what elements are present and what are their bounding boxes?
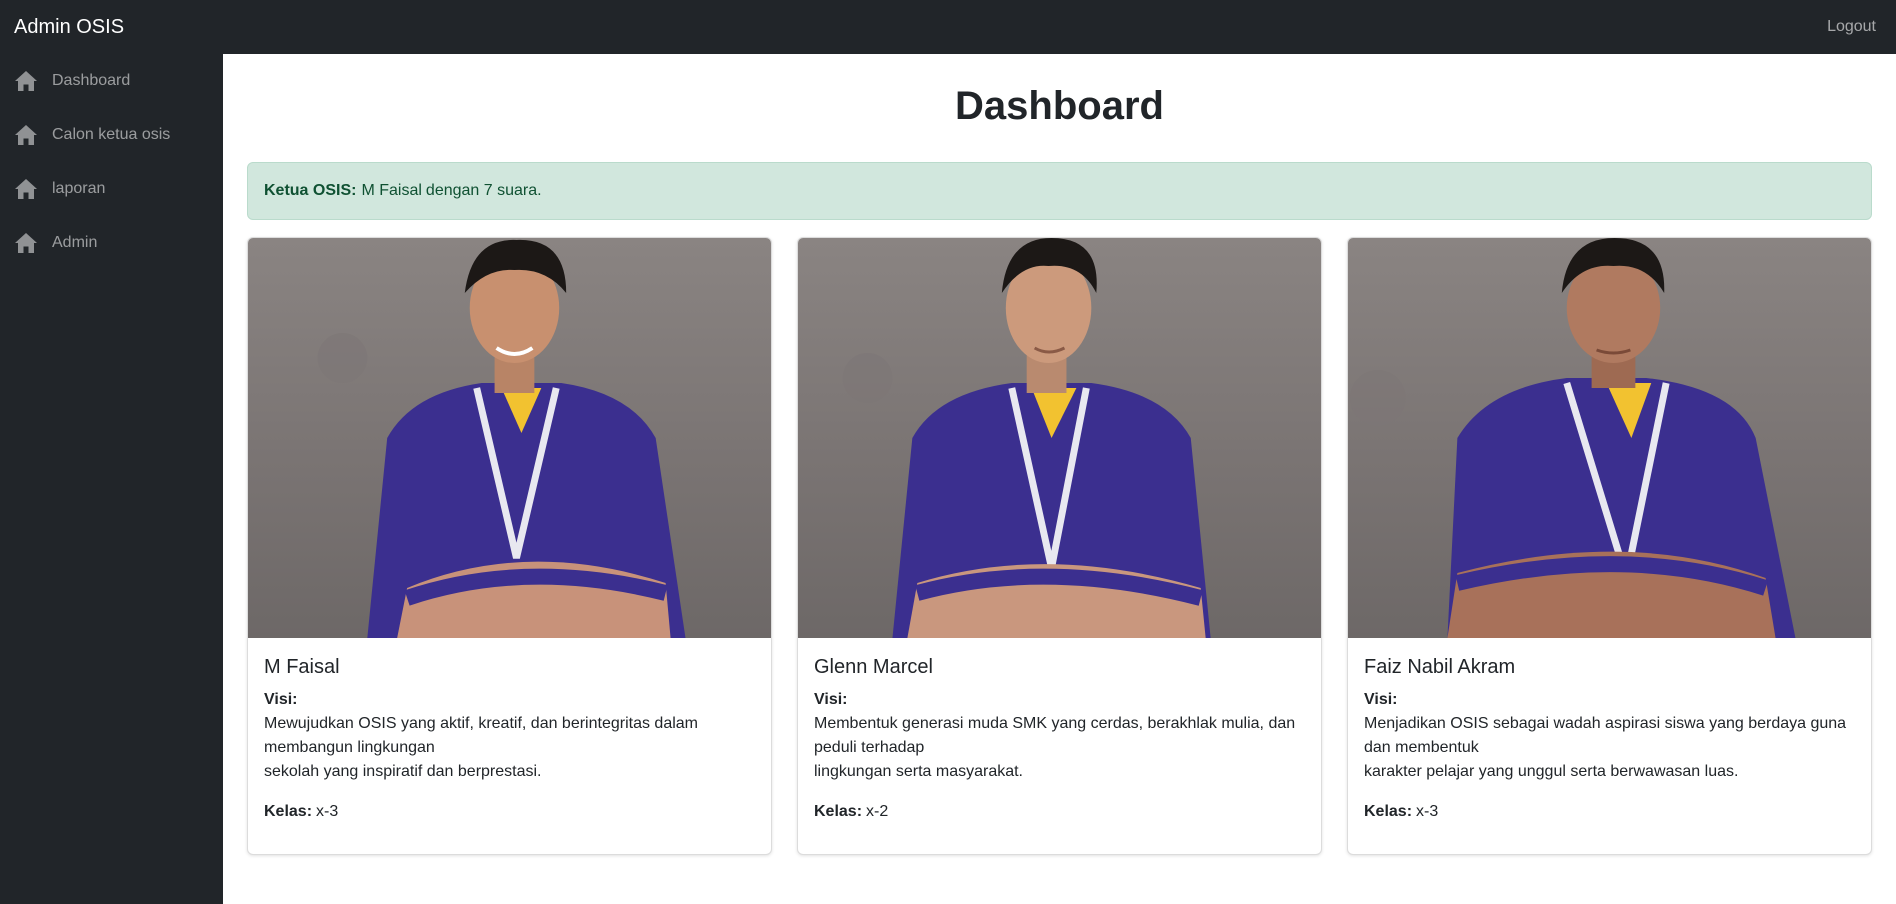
sidebar-item-admin[interactable]: Admin	[0, 216, 223, 270]
candidate-card: Glenn Marcel Visi: Membentuk generasi mu…	[797, 237, 1322, 855]
sidebar-item-label: Dashboard	[52, 72, 131, 89]
main-content: Dashboard Ketua OSIS: M Faisal dengan 7 …	[223, 54, 1896, 904]
candidate-photo	[1348, 238, 1871, 638]
kelas-row: Kelas: x-2	[814, 800, 1305, 824]
logout-link[interactable]: Logout	[1827, 18, 1882, 36]
sidebar-item-label: Admin	[52, 234, 98, 251]
visi-text: karakter pelajar yang unggul serta berwa…	[1364, 763, 1739, 780]
visi-text: Menjadikan OSIS sebagai wadah aspirasi s…	[1364, 715, 1847, 732]
candidate-card-body: Glenn Marcel Visi: Membentuk generasi mu…	[798, 638, 1321, 840]
visi-text: lingkungan serta masyarakat.	[814, 763, 1023, 780]
kelas-value: x-3	[1416, 803, 1439, 820]
candidate-card-body: Faiz Nabil Akram Visi: Menjadikan OSIS s…	[1348, 638, 1871, 840]
home-icon	[14, 178, 38, 200]
candidate-card-body: M Faisal Visi: Mewujudkan OSIS yang akti…	[248, 638, 771, 840]
alert-label: Ketua OSIS:	[264, 182, 357, 199]
sidebar-item-dashboard[interactable]: Dashboard	[0, 54, 223, 108]
kelas-label: Kelas:	[814, 803, 863, 820]
visi-label: Visi:	[814, 691, 848, 708]
kelas-label: Kelas:	[1364, 803, 1413, 820]
sidebar-item-label: laporan	[52, 180, 106, 197]
visi-label: Visi:	[1364, 691, 1398, 708]
visi-text: membangun lingkungan	[264, 739, 435, 756]
kelas-value: x-3	[316, 803, 339, 820]
kelas-label: Kelas:	[264, 803, 313, 820]
home-icon	[14, 232, 38, 254]
candidate-name: M Faisal	[264, 656, 340, 678]
sidebar-item-laporan[interactable]: laporan	[0, 162, 223, 216]
kelas-row: Kelas: x-3	[264, 800, 755, 824]
kelas-row: Kelas: x-3	[1364, 800, 1855, 824]
candidate-photo	[248, 238, 771, 638]
navbar-brand[interactable]: Admin OSIS	[14, 16, 124, 39]
candidate-name: Faiz Nabil Akram	[1364, 656, 1516, 678]
visi-text: dan membentuk	[1364, 739, 1479, 756]
candidate-card: M Faisal Visi: Mewujudkan OSIS yang akti…	[247, 237, 772, 855]
visi-text: Mewujudkan OSIS yang aktif, kreatif, dan…	[264, 715, 698, 732]
kelas-value: x-2	[866, 803, 889, 820]
home-icon	[14, 70, 38, 92]
visi-text: sekolah yang inspiratif dan berprestasi.	[264, 763, 542, 780]
visi-label: Visi:	[264, 691, 298, 708]
visi-text: Membentuk generasi muda SMK yang cerdas,…	[814, 715, 1296, 732]
candidate-card: Faiz Nabil Akram Visi: Menjadikan OSIS s…	[1347, 237, 1872, 855]
candidate-name: Glenn Marcel	[814, 656, 933, 678]
candidate-photo	[798, 238, 1321, 638]
winner-alert: Ketua OSIS: M Faisal dengan 7 suara.	[247, 162, 1872, 220]
visi-text: peduli terhadap	[814, 739, 925, 756]
alert-winner-name: M Faisal	[361, 182, 422, 199]
candidate-cards: M Faisal Visi: Mewujudkan OSIS yang akti…	[247, 237, 1872, 855]
sidebar-item-calon-ketua-osis[interactable]: Calon ketua osis	[0, 108, 223, 162]
page-title: Dashboard	[955, 84, 1164, 128]
home-icon	[14, 124, 38, 146]
top-navbar: Admin OSIS Logout	[0, 0, 1896, 54]
sidebar: Dashboard Calon ketua osis laporan Admin	[0, 54, 223, 904]
sidebar-item-label: Calon ketua osis	[52, 126, 171, 143]
alert-vote-text: dengan 7 suara.	[425, 182, 542, 199]
